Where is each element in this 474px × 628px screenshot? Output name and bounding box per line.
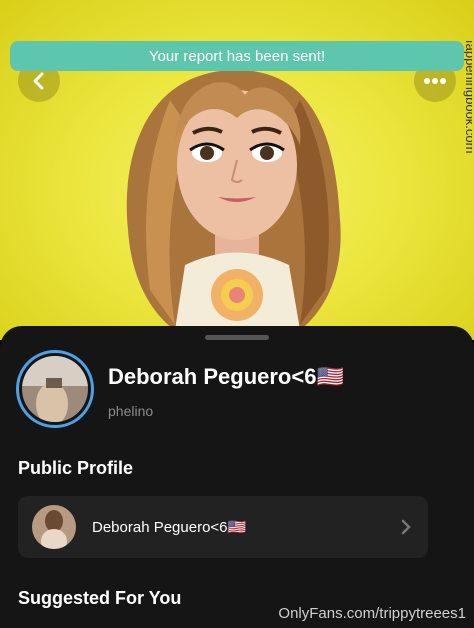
public-profile-avatar (32, 505, 76, 549)
profile-display-name: Deborah Peguero<6🇺🇸 (108, 364, 344, 389)
avatar-photo (22, 356, 88, 422)
profile-username: phelino (108, 403, 154, 419)
public-profile-card[interactable]: Deborah Peguero<6🇺🇸 (18, 496, 428, 558)
chevron-right-icon (401, 519, 411, 535)
chevron-left-icon (33, 72, 44, 90)
svg-text:fappeningbook.com: fappeningbook.com (463, 40, 472, 153)
toast-message: Your report has been sent! (148, 47, 326, 65)
report-sent-toast: Your report has been sent! (10, 41, 464, 71)
profile-avatar[interactable] (16, 350, 94, 428)
sheet-drag-handle[interactable] (205, 335, 269, 340)
more-horizontal-icon (424, 78, 446, 84)
profile-sheet: Deborah Peguero<6🇺🇸 phelino Public Profi… (0, 326, 474, 628)
footer-watermark: OnlyFans.com/trippytreees1 (278, 605, 466, 622)
public-profile-heading: Public Profile (18, 458, 134, 478)
suggested-heading: Suggested For You (18, 588, 182, 608)
public-profile-name: Deborah Peguero<6🇺🇸 (92, 519, 247, 536)
